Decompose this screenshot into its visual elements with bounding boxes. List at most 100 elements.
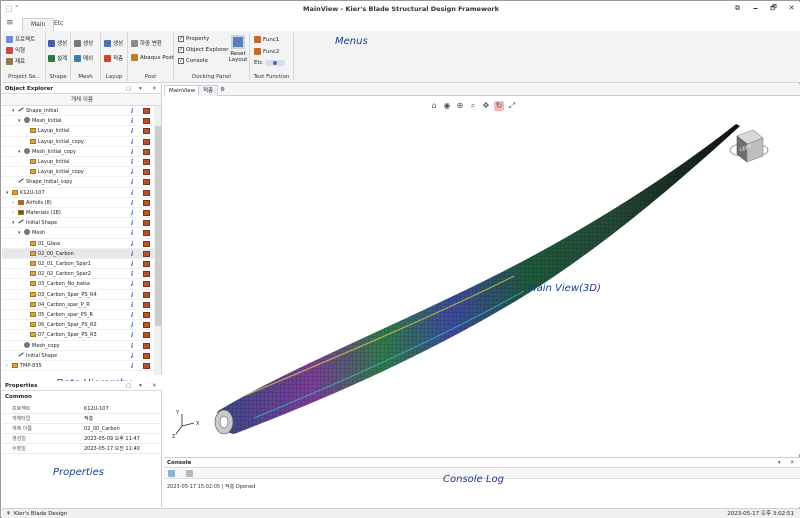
explorer-scrollbar[interactable] — [154, 106, 161, 375]
info-icon[interactable]: i — [131, 271, 135, 278]
layup-create-button[interactable]: 생성 — [104, 39, 123, 47]
tree-row[interactable]: Layup_initial_copy i — [2, 167, 154, 178]
file-menu-icon[interactable]: ≡ — [6, 18, 18, 30]
tree-row[interactable]: Layup_Initial i — [2, 126, 154, 137]
tree-row[interactable]: Layup_initial_copy i — [2, 137, 154, 147]
tree-row[interactable]: ▾ Mesh i — [2, 228, 154, 239]
info-icon[interactable]: i — [131, 241, 135, 248]
info-icon[interactable]: i — [131, 108, 135, 115]
info-icon[interactable]: i — [131, 220, 135, 227]
property-row[interactable]: 개체 이름 02_00_Carbon — [2, 424, 161, 434]
expand-icon[interactable]: ▾ — [12, 218, 18, 228]
rotate-icon[interactable]: ↻ — [494, 101, 504, 111]
info-icon[interactable]: i — [131, 149, 135, 156]
shape-design-button[interactable]: 설계 — [48, 54, 67, 62]
tree-row[interactable]: ▾ Shape_Initial i — [2, 106, 154, 117]
info-icon[interactable]: i — [131, 292, 135, 299]
scrollbar-thumb[interactable] — [155, 126, 161, 326]
mesh-button[interactable]: 메쉬 — [74, 54, 93, 62]
abaqus-post-button[interactable]: Abaqus Post — [131, 54, 174, 61]
tree-row[interactable]: ▾ Mesh_Initial_copy i — [2, 147, 154, 157]
open-view-icon[interactable] — [143, 342, 150, 349]
expand-icon[interactable]: ▾ — [12, 106, 18, 116]
pin-icon[interactable]: ▾ — [139, 84, 142, 94]
info-icon[interactable]: i — [131, 302, 135, 309]
func1-button[interactable]: Func1 — [254, 36, 279, 43]
property-row[interactable]: 수정일 2023-05-17 오전 11:40 — [2, 444, 161, 454]
open-view-icon[interactable] — [143, 312, 150, 318]
info-icon[interactable]: i — [131, 128, 135, 135]
open-view-icon[interactable] — [143, 220, 150, 227]
info-icon[interactable]: i — [131, 322, 135, 329]
airfoil-button[interactable]: 익형 — [6, 46, 25, 54]
tree-row[interactable]: 02_00_Carbon i — [2, 248, 154, 259]
navigation-cube[interactable]: LEFT — [729, 126, 769, 168]
tree-row[interactable]: ▾ Initial Shape i — [2, 218, 154, 229]
project-button[interactable]: 프로젝트 — [6, 35, 35, 43]
tree-row[interactable]: ▾ Mesh_Initial i — [2, 116, 154, 127]
mesh-create-button[interactable]: 생성 — [74, 39, 93, 47]
float-icon[interactable]: ▢ — [126, 84, 131, 94]
layup-button[interactable]: 적층 — [104, 54, 123, 62]
shape-create-button[interactable]: 생성 — [48, 39, 67, 47]
fullscreen-icon[interactable]: ⤢ — [507, 101, 517, 111]
tree-row[interactable]: Mesh_copy i — [2, 341, 154, 351]
open-view-icon[interactable] — [143, 301, 150, 308]
property-checkbox[interactable]: ✓ Property — [178, 36, 209, 42]
tree-row[interactable]: ▾ K12U-107 i — [2, 188, 154, 198]
zoom-fit-icon[interactable]: ⊕ — [455, 101, 465, 111]
shading-icon[interactable]: ◉ — [442, 101, 452, 111]
open-view-icon[interactable] — [143, 179, 150, 186]
open-view-icon[interactable] — [143, 240, 150, 247]
open-view-icon[interactable] — [143, 159, 150, 165]
open-view-icon[interactable] — [143, 281, 150, 288]
tree-row[interactable]: 05_Carbon_spar_PS_R i — [2, 310, 154, 321]
tree-row[interactable]: 03_Carbon_No_balsa i — [2, 279, 154, 290]
open-view-icon[interactable] — [143, 128, 150, 135]
close-icon[interactable]: ✕ — [152, 84, 157, 94]
tree-row[interactable]: 04_Carbon_spar_P_R i — [2, 300, 154, 310]
open-view-icon[interactable] — [143, 169, 150, 176]
material-button[interactable]: 재료 — [6, 57, 25, 65]
info-icon[interactable]: i — [131, 343, 135, 350]
info-icon[interactable]: i — [131, 139, 135, 146]
maximize-icon[interactable]: 🗗 — [769, 4, 778, 13]
info-icon[interactable]: i — [131, 363, 135, 370]
tree-row[interactable]: 02_02_Carbon_Spar2 i — [2, 269, 154, 280]
expand-icon[interactable]: ▾ — [18, 147, 24, 157]
open-view-icon[interactable] — [143, 352, 150, 359]
tree-row[interactable]: Initial Shape i — [2, 351, 154, 361]
open-view-icon[interactable] — [143, 250, 150, 257]
close-icon[interactable]: ✕ — [790, 458, 795, 468]
expand-icon[interactable]: ▾ — [18, 116, 24, 126]
blade-render[interactable]: Y X Z — [164, 96, 800, 454]
open-view-icon[interactable] — [143, 118, 150, 125]
tree-row[interactable]: 02_01_Carbon_Spar1 i — [2, 259, 154, 270]
info-icon[interactable]: i — [131, 230, 135, 237]
tree-row[interactable]: 03_Carbon_Spar_PS_R4 i — [2, 290, 154, 300]
open-view-icon[interactable] — [143, 291, 150, 298]
load-convert-button[interactable]: 하중 변환 — [131, 39, 162, 47]
restore-layout-icon[interactable]: ⧉ — [733, 4, 742, 13]
info-icon[interactable]: i — [131, 312, 135, 319]
info-icon[interactable]: i — [131, 190, 135, 197]
info-icon[interactable]: i — [131, 159, 135, 166]
info-icon[interactable]: i — [131, 251, 135, 258]
info-icon[interactable]: i — [131, 261, 135, 268]
open-view-icon[interactable] — [143, 189, 150, 196]
tab-mainview[interactable]: MainView — [164, 85, 201, 96]
etc-toggle[interactable]: Etc — [254, 60, 285, 66]
open-view-icon[interactable] — [143, 322, 150, 329]
open-view-icon[interactable] — [143, 363, 150, 369]
open-view-icon[interactable] — [143, 148, 150, 155]
info-icon[interactable]: i — [131, 179, 135, 186]
tree-row[interactable]: › Materials (18) i — [2, 208, 154, 219]
console-add-icon[interactable] — [168, 470, 175, 477]
console-checkbox[interactable]: ✓ Console — [178, 58, 208, 64]
tree-row[interactable]: Layup_Initial i — [2, 157, 154, 168]
open-view-icon[interactable] — [143, 332, 150, 339]
tree-row[interactable]: 06_Carbon_Spar_PS_R2 i — [2, 320, 154, 331]
minimize-icon[interactable]: 🗕 — [751, 4, 760, 13]
open-view-icon[interactable] — [143, 108, 150, 114]
reset-layout-button[interactable]: Reset Layout — [228, 35, 248, 63]
